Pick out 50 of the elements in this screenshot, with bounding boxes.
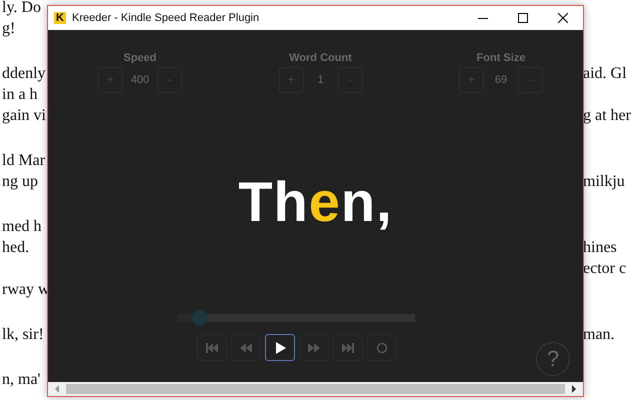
document-text: med h [1, 217, 42, 237]
setting-value: 1 [316, 74, 325, 86]
decrease-button[interactable]: - [157, 67, 182, 93]
window-title: Kreeder - Kindle Speed Reader Plugin [72, 12, 260, 24]
document-text: milkju [583, 172, 626, 192]
document-text: hed. [1, 238, 30, 258]
document-text: in a h [1, 85, 38, 105]
skip-forward-icon [341, 342, 355, 354]
document-text: n, ma' [1, 370, 40, 390]
document-text: ng up [1, 172, 38, 192]
document-text: ld Mar [1, 151, 46, 171]
increase-button[interactable]: + [98, 67, 123, 93]
setting-label: Speed [123, 52, 156, 64]
app-logo-icon: K [54, 12, 66, 24]
maximize-icon [518, 13, 528, 23]
setting-value: 69 [494, 74, 508, 86]
rewind-icon [239, 342, 253, 354]
document-text: aid. Gl [583, 64, 628, 84]
setting-label: Font Size [476, 52, 526, 64]
reading-word: Then, [238, 171, 393, 233]
slider-thumb[interactable] [192, 310, 208, 326]
decrease-button[interactable]: - [518, 67, 543, 93]
increase-button[interactable]: + [278, 67, 304, 93]
document-text: lk, sir! [1, 325, 44, 345]
skip-back-icon [205, 342, 219, 354]
play-icon [273, 342, 287, 354]
fast-forward-icon [307, 342, 321, 354]
increase-button[interactable]: + [459, 67, 484, 93]
document-text: ly. Do [1, 0, 41, 18]
setting-label: Word Count [289, 52, 352, 64]
scrollbar-thumb[interactable] [66, 384, 565, 394]
circle-icon [375, 342, 389, 354]
setting-value: 400 [130, 74, 150, 86]
document-text: gain vi [1, 106, 46, 126]
scroll-right-icon[interactable] [571, 385, 577, 393]
stop-button[interactable] [367, 334, 397, 361]
document-text: ector c [583, 259, 628, 279]
help-button[interactable]: ? [536, 342, 570, 376]
document-text: g! [1, 19, 16, 39]
document-text: man. [583, 325, 616, 345]
skip-back-button[interactable] [197, 334, 227, 361]
play-button[interactable] [265, 334, 295, 361]
decrease-button[interactable]: - [338, 67, 362, 93]
document-text: ddenly [1, 64, 46, 84]
horizontal-scrollbar[interactable] [48, 382, 583, 396]
document-text: hines [583, 238, 618, 258]
skip-forward-button[interactable] [333, 334, 363, 361]
scroll-left-icon[interactable] [54, 385, 60, 393]
close-icon [558, 13, 568, 23]
document-text: g at her [583, 106, 632, 126]
